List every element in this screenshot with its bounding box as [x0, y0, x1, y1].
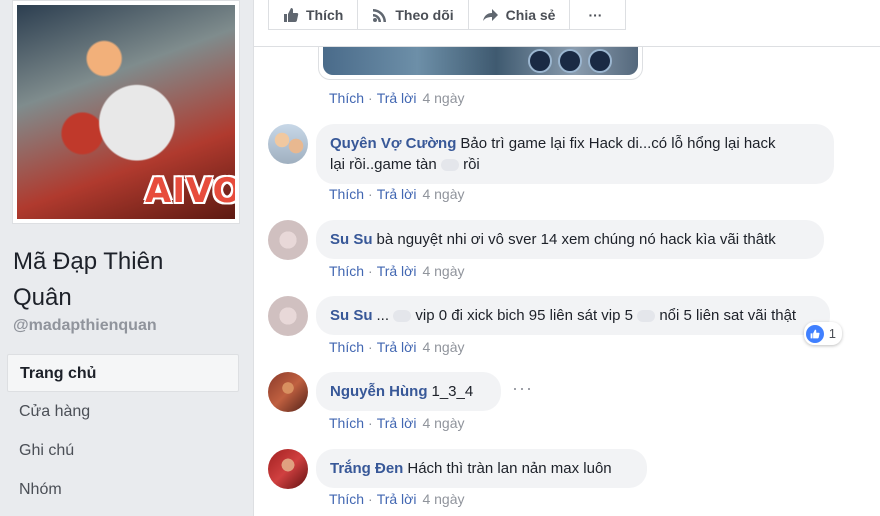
comment-timestamp[interactable]: 4 ngày — [422, 263, 464, 279]
comment-author[interactable]: Quyên Vợ Cường — [330, 135, 456, 152]
comment-meta: Thích · Trả lời 4 ngày — [329, 90, 465, 106]
nav-item-notes[interactable]: Ghi chú — [7, 432, 239, 470]
post-action-bar: Thích Theo dõi Chia sẻ ··· — [268, 0, 626, 30]
avatar[interactable] — [268, 296, 308, 336]
avatar[interactable] — [268, 124, 308, 164]
comment-text: vip 0 đi xick bich 95 liên sát vip 5 — [415, 307, 633, 324]
comment-reply-link[interactable]: Trả lời — [377, 339, 417, 355]
comment-bubble: Nguyễn Hùng 1_3_4 — [316, 372, 501, 411]
comment-author[interactable]: Su Su — [330, 307, 373, 324]
comment-like-link[interactable]: Thích — [329, 415, 364, 431]
comment-timestamp[interactable]: 4 ngày — [422, 491, 464, 507]
comment-meta: Thích · Trả lời 4 ngày — [329, 186, 465, 202]
share-button-label: Chia sẻ — [505, 6, 556, 23]
comment-author[interactable]: Nguyễn Hùng — [330, 383, 428, 400]
nav-item-groups[interactable]: Nhóm — [7, 471, 239, 509]
comment-like-link[interactable]: Thích — [329, 339, 364, 355]
like-button[interactable]: Thích — [269, 0, 359, 29]
comment-text: 1_3_4 — [431, 383, 474, 400]
rss-icon — [373, 8, 387, 22]
comment-author[interactable]: Trắng Đen — [330, 460, 403, 477]
share-arrow-icon — [482, 8, 498, 21]
comment-like-link[interactable]: Thích — [329, 491, 364, 507]
profile-image: AIVO — [17, 5, 235, 219]
page-profile-picture[interactable]: AIVO — [12, 0, 240, 224]
page-title[interactable]: Mã Đạp Thiên Quân — [13, 244, 213, 316]
comment-bubble: Trắng Đen Hách thì tràn lan nản max luôn — [316, 449, 647, 488]
post-panel: Thích Theo dõi Chia sẻ ··· Thích · Trả lời… — [253, 0, 880, 516]
comment-meta: Thích · Trả lời 4 ngày — [329, 491, 465, 507]
follow-button[interactable]: Theo dõi — [358, 0, 469, 29]
comment-reply-link[interactable]: Trả lời — [377, 415, 417, 431]
game-screenshot — [323, 47, 638, 75]
comment-image-attachment[interactable] — [318, 47, 643, 80]
redacted-text — [637, 310, 656, 323]
nav-item-shop[interactable]: Cửa hàng — [7, 393, 239, 431]
comment-timestamp[interactable]: 4 ngày — [422, 339, 464, 355]
page-nav: Trang chủ Cửa hàng Ghi chú Nhóm — [7, 354, 239, 510]
comment-text-line3: rồi — [463, 156, 480, 173]
redacted-text — [440, 159, 459, 172]
comment-bubble: Quyên Vợ Cường Bảo trì game lại fix Hack … — [316, 124, 834, 184]
nav-item-home[interactable]: Trang chủ — [7, 354, 239, 392]
brand-logo: AIVO — [145, 171, 235, 211]
reaction-count-badge[interactable]: 1 — [803, 322, 842, 345]
comment-bubble: Su Su bà nguyệt nhi ơi vô sver 14 xem chú… — [316, 220, 824, 259]
page-username[interactable]: @madapthienquan — [13, 317, 157, 335]
comment-meta: Thích · Trả lời 4 ngày — [329, 263, 465, 279]
comment-text: bà nguyệt nhi ơi vô sver 14 xem chúng nó… — [376, 231, 776, 248]
comment-text: Bảo trì game lại fix Hack di...có lỗ hổn… — [460, 135, 776, 152]
avatar[interactable] — [268, 372, 308, 412]
comment-timestamp[interactable]: 4 ngày — [422, 90, 464, 106]
comment-reply-link[interactable]: Trả lời — [377, 491, 417, 507]
redacted-text — [393, 310, 412, 323]
comment-like-link[interactable]: Thích — [329, 90, 364, 106]
follow-button-label: Theo dõi — [395, 6, 454, 23]
avatar[interactable] — [268, 220, 308, 260]
comment-reply-link[interactable]: Trả lời — [377, 263, 417, 279]
reaction-count: 1 — [828, 326, 836, 341]
comment-reply-link[interactable]: Trả lời — [377, 90, 417, 106]
avatar[interactable] — [268, 449, 308, 489]
comment-text-prefix: ... — [376, 307, 390, 324]
comment-timestamp[interactable]: 4 ngày — [422, 415, 464, 431]
comment-author[interactable]: Su Su — [330, 231, 373, 248]
page-sidebar: AIVO Mã Đạp Thiên Quân @madapthienquan T… — [0, 0, 252, 516]
comment-reply-link[interactable]: Trả lời — [377, 186, 417, 202]
share-button[interactable]: Chia sẻ — [469, 0, 571, 29]
comment-meta: Thích · Trả lời 4 ngày — [329, 339, 465, 355]
thumbs-up-icon — [284, 7, 299, 22]
more-options-button[interactable]: ··· — [570, 0, 620, 29]
comment-meta: Thích · Trả lời 4 ngày — [329, 415, 465, 431]
comment-bubble: Su Su... vip 0 đi xick bich 95 liên sát … — [316, 296, 842, 345]
like-reaction-icon — [805, 324, 824, 343]
comment-timestamp[interactable]: 4 ngày — [422, 186, 464, 202]
comment-text-line2: lại rồi..game tàn — [330, 156, 437, 173]
comment-options-button[interactable]: ··· — [512, 378, 533, 399]
comment-text: Hách thì tràn lan nản max luôn — [407, 460, 612, 477]
comment-like-link[interactable]: Thích — [329, 186, 364, 202]
like-button-label: Thích — [306, 6, 344, 23]
comment-like-link[interactable]: Thích — [329, 263, 364, 279]
comment-text-suffix: nổi 5 liên sat vãi thật — [659, 307, 797, 324]
